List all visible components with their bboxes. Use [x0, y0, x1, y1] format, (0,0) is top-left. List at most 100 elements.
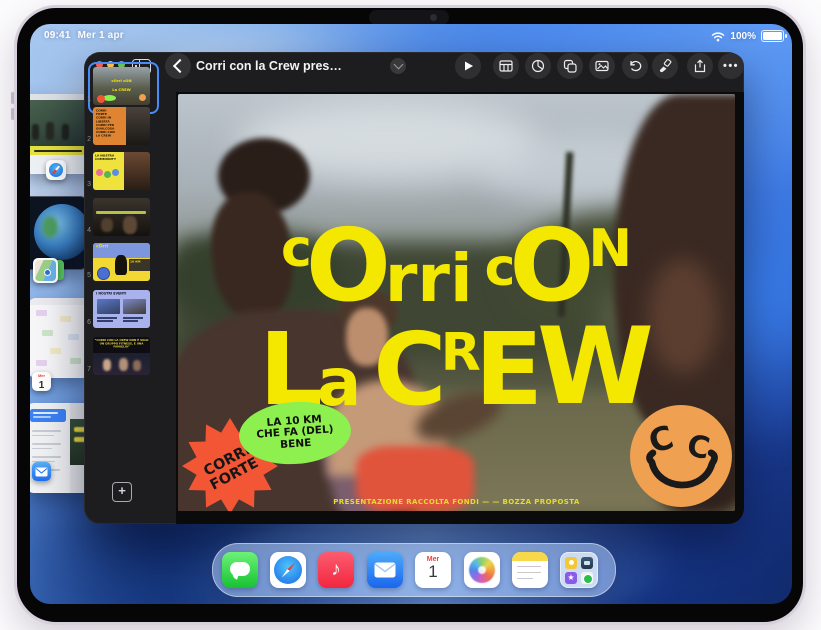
slide-thumbnail-2[interactable]: CORRI FORTE CORRI IN LIBERTÀ CORRI PER Q…	[93, 107, 150, 145]
envelope-icon	[374, 562, 396, 578]
undo-icon	[628, 59, 642, 73]
thumb5-dark-chip: 10 KM	[129, 259, 150, 271]
status-date: Mer 1 apr	[78, 30, 124, 41]
slide-1-canvas[interactable]: c O rri c O N L a C	[178, 94, 735, 511]
bubble-tail	[231, 572, 238, 579]
calendar-dock-icon[interactable]: Mer 1	[415, 552, 451, 588]
insert-chart-button[interactable]	[525, 53, 551, 79]
title-glyph: R	[441, 333, 481, 375]
thumb2-text: CORRI FORTE CORRI IN LIBERTÀ CORRI PER Q…	[96, 109, 129, 138]
mail-dock-icon[interactable]	[367, 552, 403, 588]
undo-button[interactable]	[622, 53, 648, 79]
plus-icon: +	[118, 483, 126, 498]
play-icon	[462, 60, 474, 72]
slide-thumbnail-1[interactable]: cOrri cON La CREW	[93, 67, 150, 105]
mini-mail-selected-row	[30, 409, 66, 422]
thumb3-circle-blue	[112, 169, 119, 176]
title-glyph: a	[317, 357, 362, 410]
table-icon	[499, 59, 513, 73]
mini-app-icon	[581, 557, 593, 569]
mini-runner-figure	[46, 122, 54, 140]
thumb6-line	[123, 320, 138, 322]
notes-yellow-strip	[512, 552, 548, 561]
slide-thumbnail-7[interactable]: “CORRI CON LA CREW NON È SOLO UN GRUPPO …	[93, 337, 150, 375]
mini-runner-figure	[62, 124, 69, 140]
green-badge-line: BENE	[280, 438, 312, 452]
status-time: 09:41	[44, 30, 71, 41]
battery-icon	[761, 30, 784, 42]
cc-smiley-sticker[interactable]: C C	[629, 404, 733, 508]
more-button[interactable]: •••	[718, 53, 744, 79]
slide-number: 3	[84, 181, 91, 188]
document-title[interactable]: Corri con la Crew pres…	[196, 52, 342, 80]
title-glyph: C	[373, 330, 446, 410]
thumb5-runner-silhouette	[115, 255, 127, 275]
thumb6-header: I NOSTRI EVENTI	[96, 292, 150, 296]
add-slide-button[interactable]: +	[112, 482, 132, 502]
thumb3-text: LA NOSTRA COMMUNITY	[95, 154, 126, 161]
back-button[interactable]	[165, 53, 191, 79]
slide-number: 5	[84, 272, 91, 279]
mini-globe-land	[42, 216, 58, 238]
mail-app-icon[interactable]	[32, 462, 51, 481]
title-menu-button[interactable]	[390, 58, 406, 74]
status-bar-right: 100%	[711, 30, 784, 42]
safari-compass-icon	[274, 556, 302, 584]
mini-cal-header	[30, 298, 90, 305]
thumb7-photo	[93, 353, 150, 375]
mini-event	[60, 316, 71, 322]
smiley-icon: C C	[629, 404, 733, 508]
ipad-screen: 09:41 Mer 1 apr 100%	[30, 24, 792, 604]
mini-event	[42, 330, 53, 336]
music-app-icon[interactable]: ♪	[318, 552, 354, 588]
calendar-app-icon[interactable]: Mer 1	[32, 372, 51, 391]
insert-shape-button[interactable]	[557, 53, 583, 79]
slide-title-line2[interactable]: L a C R E W	[178, 306, 735, 410]
safari-dock-icon[interactable]	[270, 552, 306, 588]
thumb4-figure	[101, 218, 113, 232]
mini-event	[36, 360, 47, 366]
slide-thumbnail-5[interactable]: cOrri 10 KM	[93, 243, 150, 281]
stage-manager-calendar-window[interactable]	[30, 298, 90, 378]
slide-thumbnail-6[interactable]: I NOSTRI EVENTI	[93, 290, 150, 328]
photos-flower-icon	[469, 557, 495, 583]
share-button[interactable]	[687, 53, 713, 79]
insert-table-button[interactable]	[493, 53, 519, 79]
calendar-day: 1	[415, 563, 451, 582]
mini-event	[36, 310, 47, 316]
play-button[interactable]	[455, 53, 481, 79]
slide-canvas: c O rri c O N L a C	[176, 92, 744, 524]
thumb5-word: cOrri	[96, 244, 150, 249]
slide-number: 7	[84, 366, 91, 373]
title-glyph: N	[588, 229, 632, 271]
format-brush-button[interactable]	[652, 53, 678, 79]
photos-app-icon[interactable]	[464, 552, 500, 588]
chevron-down-icon	[393, 60, 403, 70]
shapes-icon	[563, 59, 577, 73]
thumb3-photo	[124, 152, 150, 190]
insert-media-button[interactable]	[589, 53, 615, 79]
title-glyph: O	[509, 226, 594, 306]
mini-event	[70, 358, 81, 364]
thumb7-quote: “CORRI CON LA CREW NON È SOLO UN GRUPPO …	[93, 339, 150, 349]
apps-folder-icon[interactable]: ★	[560, 552, 598, 588]
safari-compass-icon	[49, 163, 63, 177]
mini-cal-day: 1	[32, 381, 51, 391]
chevron-left-icon	[172, 59, 186, 73]
notes-app-icon[interactable]	[512, 552, 548, 588]
compass-needle	[280, 562, 296, 579]
thumb4-figure	[123, 216, 137, 234]
marketing-background: 09:41 Mer 1 apr 100%	[0, 0, 821, 630]
keynote-window: Corri con la Crew pres…	[84, 52, 744, 524]
battery-percent: 100%	[730, 31, 756, 42]
slide-thumbnail-4[interactable]	[93, 198, 150, 236]
safari-app-icon[interactable]	[46, 160, 66, 180]
music-note-icon: ♪	[331, 559, 341, 580]
star-mini-icon: ★	[565, 572, 577, 584]
slide-thumbnail-3[interactable]: LA NOSTRA COMMUNITY	[93, 152, 150, 190]
ellipsis-icon: •••	[723, 60, 739, 72]
thumb5-smiley-circle	[97, 267, 110, 280]
messages-app-icon[interactable]	[222, 552, 258, 588]
maps-app-icon[interactable]	[33, 258, 58, 283]
slide-title-line1[interactable]: c O rri c O N	[178, 212, 735, 306]
